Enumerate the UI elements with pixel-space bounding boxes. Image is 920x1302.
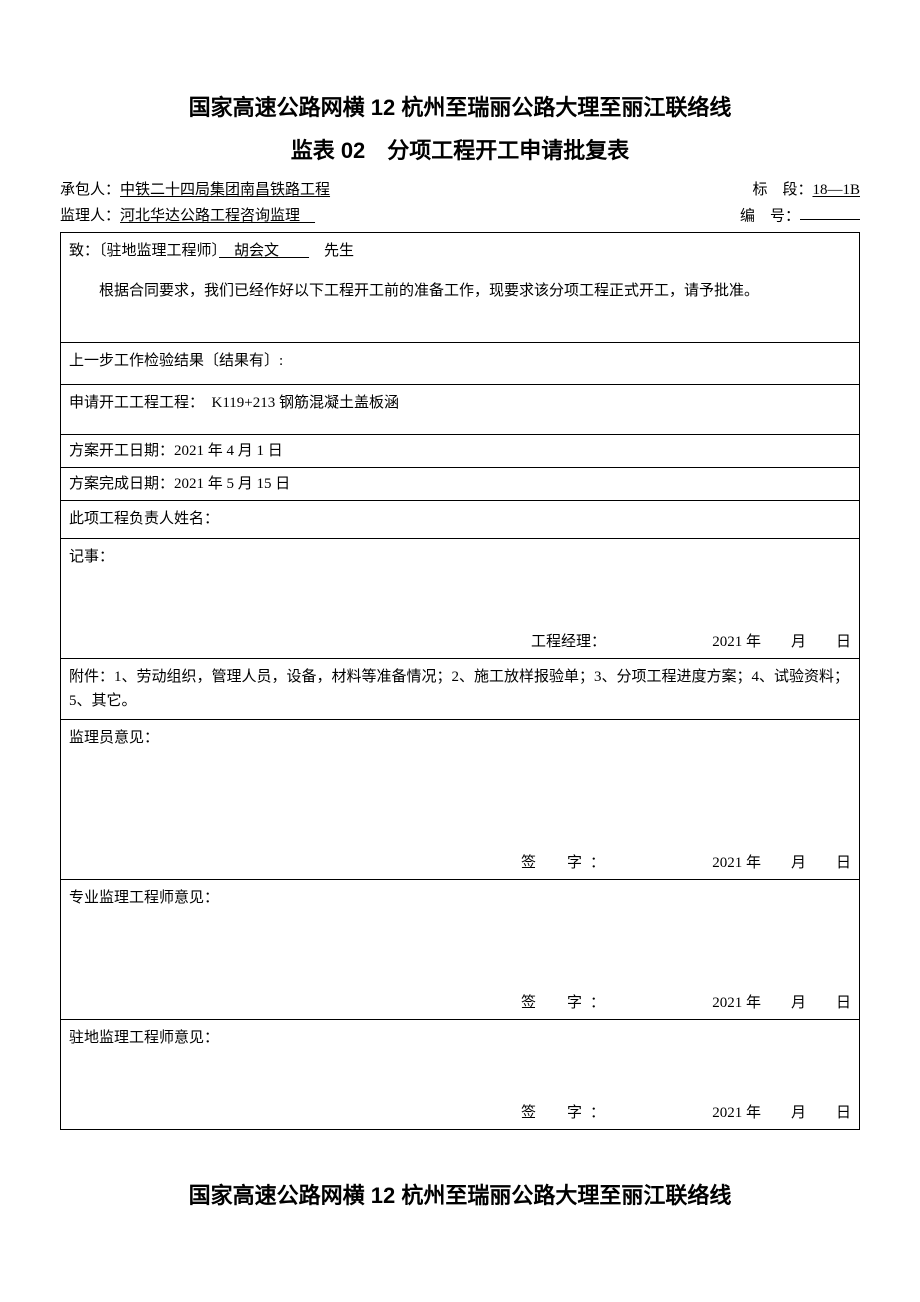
apply-label: 申请开工工程工程：: [69, 395, 197, 411]
plan-end-label: 方案完成日期：: [69, 476, 174, 492]
pro-engineer-sign-date: 2021 年 月 日: [641, 991, 851, 1015]
cell-opinion-inspector: 监理员意见： 签 字： 2021 年 月 日: [61, 719, 860, 879]
cell-opinion-resident-engineer: 驻地监理工程师意见： 签 字： 2021 年 月 日: [61, 1019, 860, 1129]
cell-plan-start: 方案开工日期：2021 年 4 月 1 日: [61, 434, 860, 467]
header-row-1: 承包人：中铁二十四局集团南昌铁路工程 标 段：18—1B: [60, 178, 860, 204]
footer-title: 国家高速公路网横 12 杭州至瑞丽公路大理至丽江联络线: [60, 1178, 860, 1213]
addressee-name: 胡会文: [219, 243, 309, 259]
cell-notes: 记事： 工程经理： 2021 年 月 日: [61, 538, 860, 658]
prev-check-label: 上一步工作检验结果〔结果有〕:: [69, 353, 283, 369]
contractor-value: 中铁二十四局集团南昌铁路工程: [120, 182, 330, 198]
opinion-pro-engineer-label: 专业监理工程师意见：: [69, 890, 219, 906]
section-label: 标 段：: [752, 182, 812, 198]
supervisor-label: 监理人：: [60, 208, 120, 224]
cell-plan-end: 方案完成日期：2021 年 5 月 15 日: [61, 467, 860, 500]
pm-sig-label: 工程经理：: [531, 630, 641, 654]
intro-paragraph: 根据合同要求，我们已经作好以下工程开工前的准备工作，现要求该分项工程正式开工，请…: [69, 279, 851, 303]
notes-label: 记事：: [69, 549, 114, 565]
inspector-signature-row: 签 字： 2021 年 月 日: [69, 851, 851, 875]
header-row-2: 监理人：河北华达公路工程咨询监理 编 号：: [60, 204, 860, 230]
form-table: 致：〔驻地监理工程师〕 胡会文 先生 根据合同要求，我们已经作好以下工程开工前的…: [60, 232, 860, 1130]
contractor-label: 承包人：: [60, 182, 120, 198]
pm-signature-row: 工程经理： 2021 年 月 日: [69, 630, 851, 654]
serial-label: 编 号：: [740, 208, 800, 224]
resident-engineer-signature-row: 签 字： 2021 年 月 日: [69, 1101, 851, 1125]
resident-engineer-sign-label: 签 字：: [521, 1101, 641, 1125]
pm-sig-date: 2021 年 月 日: [641, 630, 851, 654]
title-sub: 监表 02 分项工程开工申请批复表: [60, 133, 860, 168]
inspector-sign-date: 2021 年 月 日: [641, 851, 851, 875]
apply-value: K119+213 钢筋混凝土盖板涵: [197, 395, 400, 411]
plan-start-value: 2021 年 4 月 1 日: [174, 443, 283, 459]
section-value: 18—1B: [812, 182, 860, 198]
cell-opinion-pro-engineer: 专业监理工程师意见： 签 字： 2021 年 月 日: [61, 879, 860, 1019]
cell-responsible: 此项工程负责人姓名：: [61, 500, 860, 538]
pro-engineer-sign-label: 签 字：: [521, 991, 641, 1015]
supervisor-value: 河北华达公路工程咨询监理: [120, 208, 315, 224]
plan-end-value: 2021 年 5 月 15 日: [174, 476, 290, 492]
cell-addressee: 致：〔驻地监理工程师〕 胡会文 先生 根据合同要求，我们已经作好以下工程开工前的…: [61, 232, 860, 342]
addressee-prefix: 致：〔驻地监理工程师〕: [69, 243, 219, 259]
inspector-sign-label: 签 字：: [521, 851, 641, 875]
opinion-inspector-label: 监理员意见：: [69, 730, 159, 746]
serial-value-blank: [800, 204, 860, 221]
cell-apply: 申请开工工程工程： K119+213 钢筋混凝土盖板涵: [61, 384, 860, 434]
pro-engineer-signature-row: 签 字： 2021 年 月 日: [69, 991, 851, 1015]
opinion-resident-engineer-label: 驻地监理工程师意见：: [69, 1030, 219, 1046]
attachments-text: 附件：1、劳动组织，管理人员，设备，材料等准备情况；2、施工放样报验单；3、分项…: [69, 669, 849, 709]
title-main: 国家高速公路网横 12 杭州至瑞丽公路大理至丽江联络线: [60, 90, 860, 125]
resident-engineer-sign-date: 2021 年 月 日: [641, 1101, 851, 1125]
addressee-suffix: 先生: [309, 243, 354, 259]
responsible-label: 此项工程负责人姓名：: [69, 511, 219, 527]
cell-prev-check: 上一步工作检验结果〔结果有〕:: [61, 342, 860, 384]
plan-start-label: 方案开工日期：: [69, 443, 174, 459]
cell-attachments: 附件：1、劳动组织，管理人员，设备，材料等准备情况；2、施工放样报验单；3、分项…: [61, 658, 860, 719]
